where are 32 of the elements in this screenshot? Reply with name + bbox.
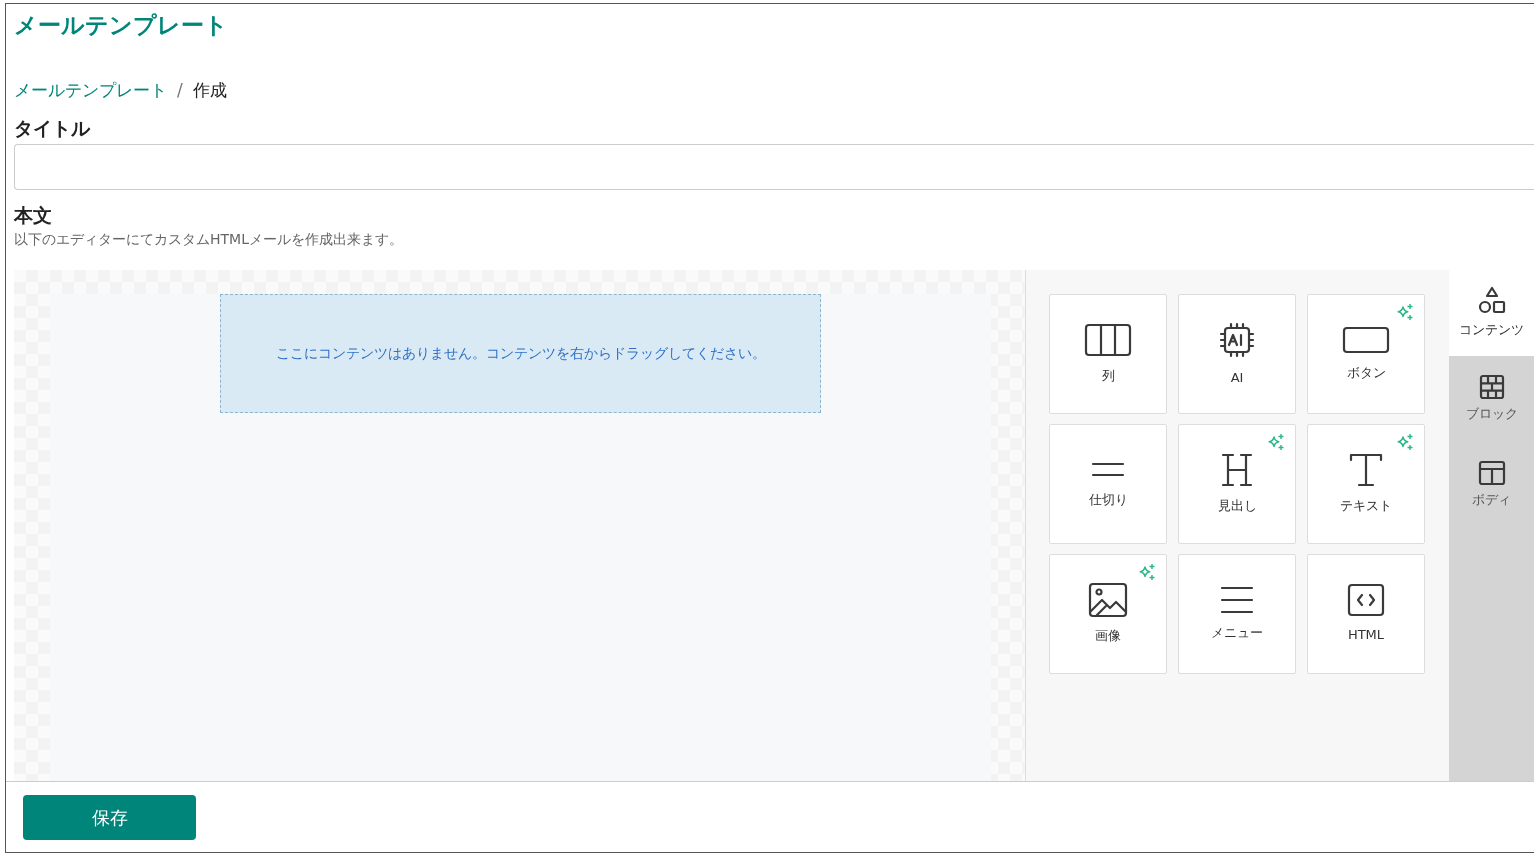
side-tab[interactable]: ボディ — [1449, 441, 1534, 528]
content-tool[interactable]: 画像 — [1049, 553, 1167, 674]
code-icon — [1347, 582, 1385, 617]
menu-icon — [1219, 584, 1255, 615]
side-tab[interactable]: コンテンツ — [1449, 269, 1534, 356]
page-title: メールテンプレート — [14, 12, 229, 40]
content-tool[interactable]: HTML — [1307, 553, 1425, 674]
rectangle-icon — [1342, 324, 1390, 355]
content-tool[interactable]: AI — [1178, 293, 1296, 414]
field-label: 本文 — [14, 203, 53, 227]
side-tab[interactable]: ブロック — [1449, 355, 1534, 442]
field-label: タイトル — [14, 117, 91, 140]
field-description: 以下のエディターにてカスタムHTMLメールを作成出来ます。 — [14, 229, 404, 249]
bricks-icon — [1478, 373, 1505, 400]
content-tool[interactable]: メニュー — [1178, 553, 1296, 674]
content-tool[interactable]: 仕切り — [1049, 423, 1167, 544]
breadcrumb-link[interactable]: メールテンプレート — [14, 77, 167, 104]
shapes-icon — [1476, 285, 1507, 316]
text-icon — [1348, 451, 1384, 488]
heading-icon — [1219, 451, 1255, 488]
content-tool[interactable]: 見出し — [1178, 423, 1296, 544]
breadcrumb-current: 作成 — [192, 78, 227, 102]
layout-icon — [1477, 459, 1506, 486]
breadcrumb-separator: / — [177, 78, 183, 102]
title-input[interactable] — [14, 143, 1534, 190]
empty-drop-zone: ここにコンテンツはありません。コンテンツを右からドラッグしてください。 — [220, 293, 821, 413]
columns-icon — [1084, 321, 1132, 358]
content-tool[interactable]: テキスト — [1307, 423, 1425, 544]
save-button[interactable]: 保存 — [23, 794, 196, 840]
content-tool[interactable]: ボタン — [1307, 293, 1425, 414]
content-tool[interactable]: 列 — [1049, 293, 1167, 414]
image-icon — [1088, 581, 1128, 618]
